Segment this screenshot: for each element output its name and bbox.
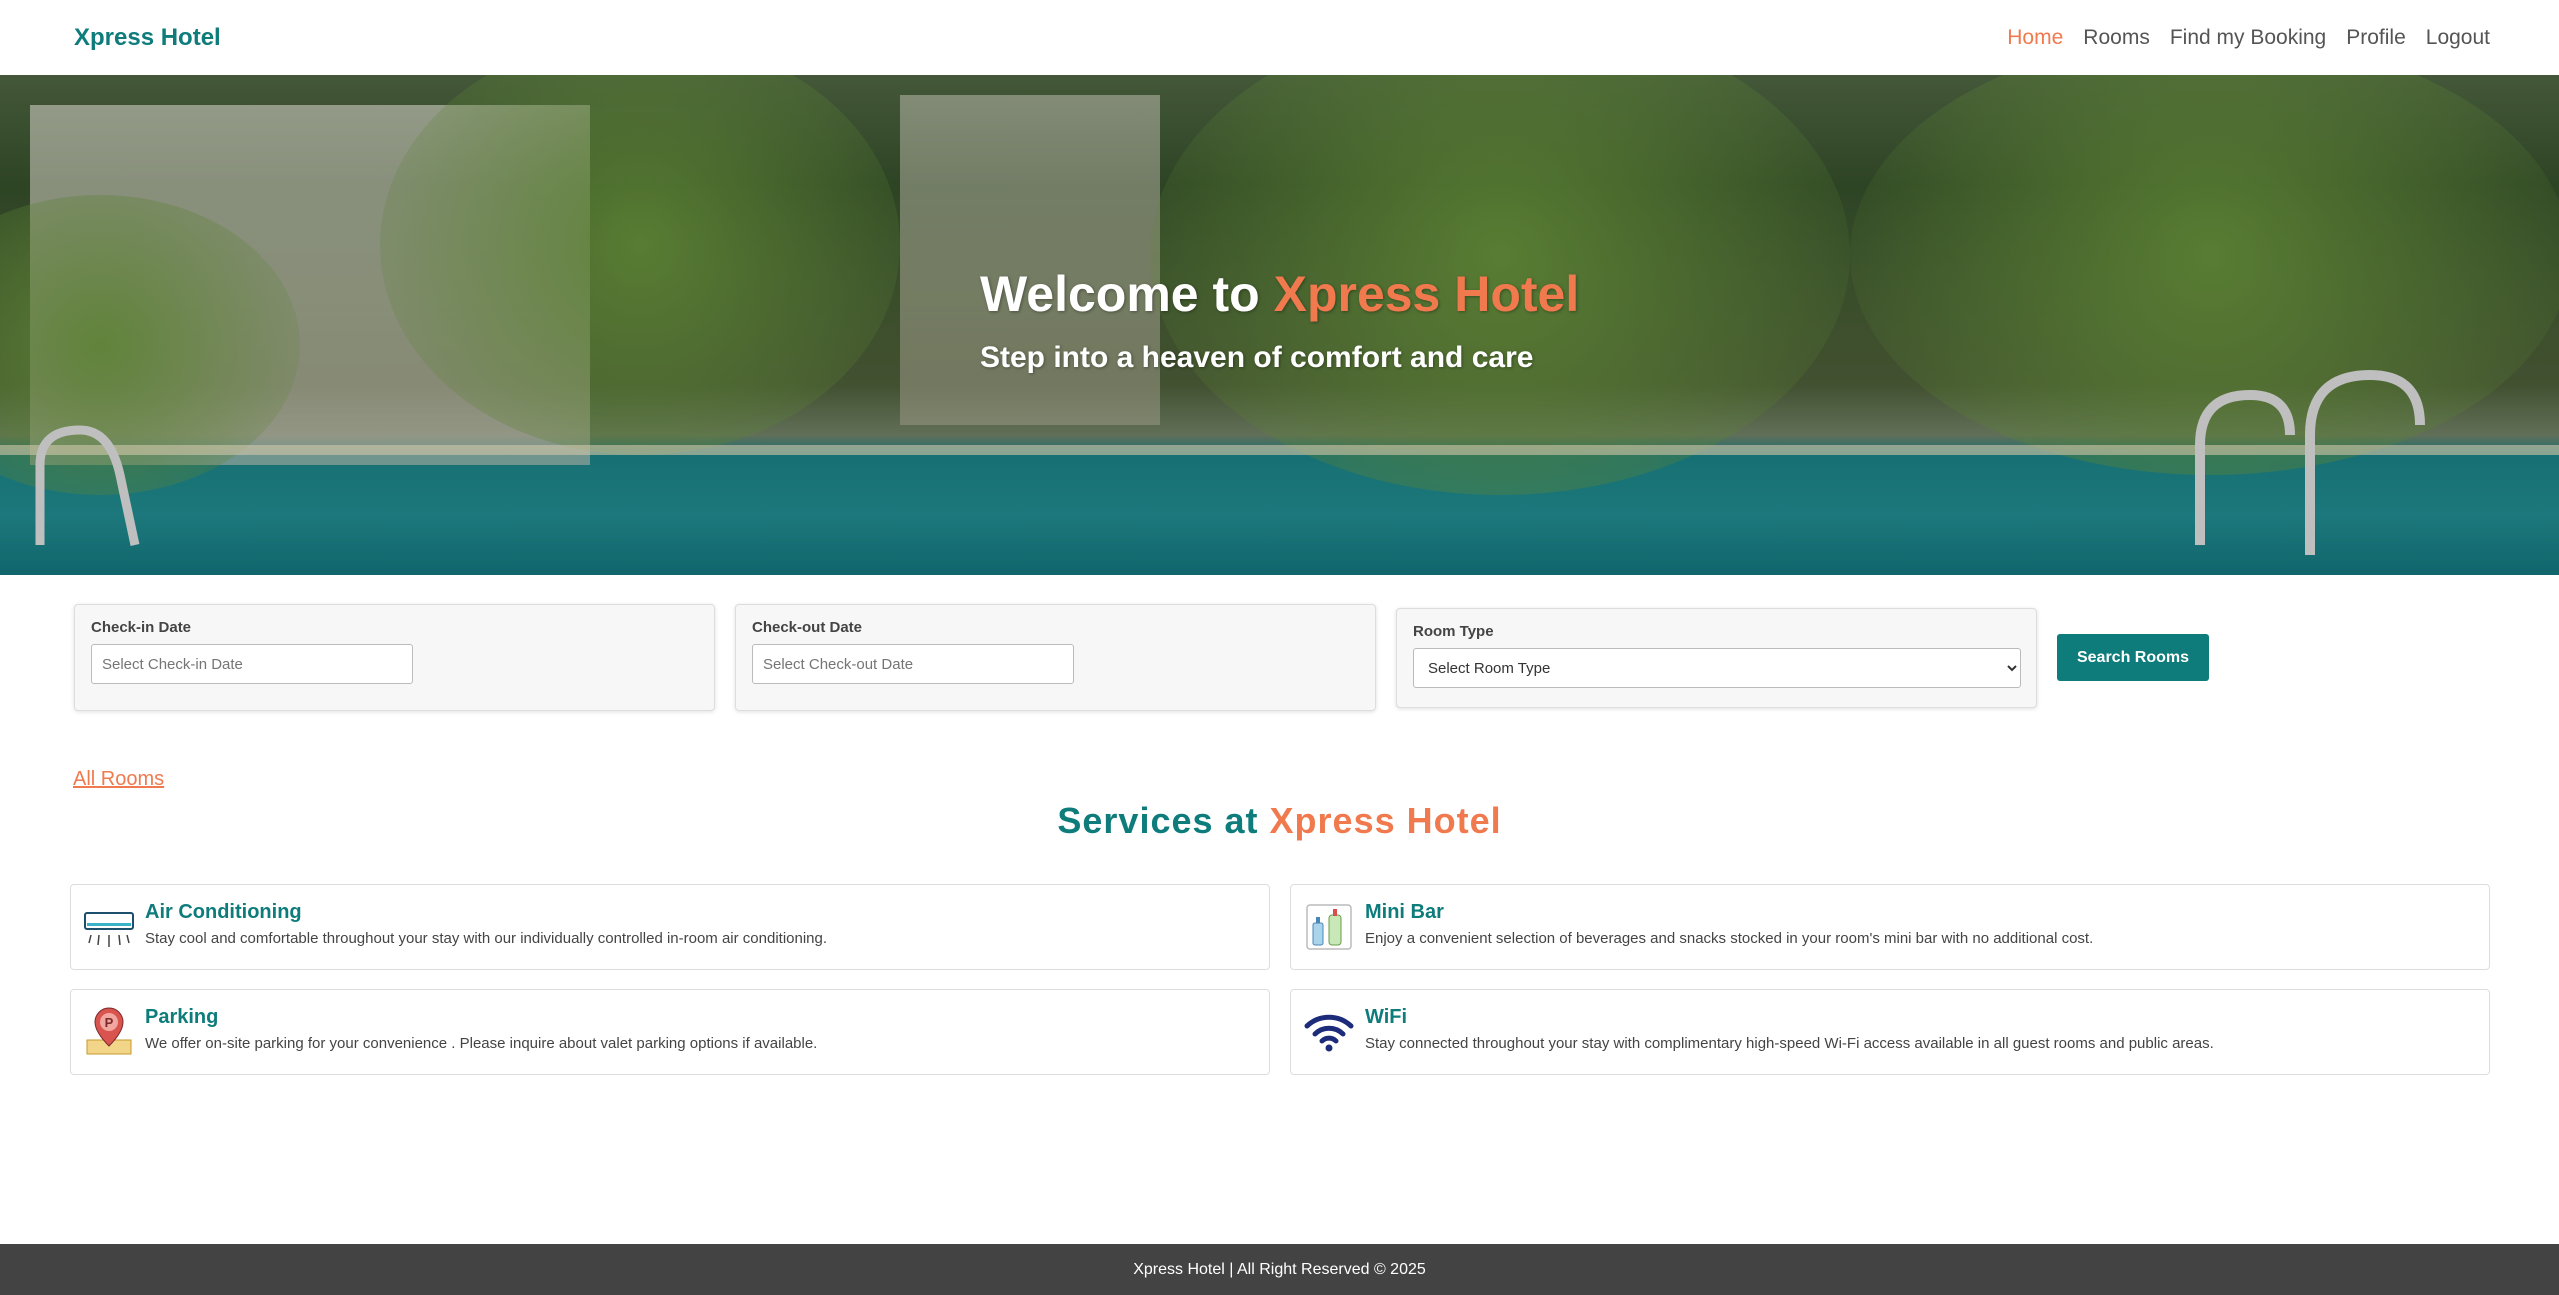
service-description: Enjoy a convenient selection of beverage… xyxy=(1365,930,2094,947)
service-card-mini-bar: Mini Bar Enjoy a convenient selection of… xyxy=(1290,884,2490,970)
checkin-card: Check-in Date xyxy=(74,604,715,711)
nav-rooms[interactable]: Rooms xyxy=(2083,26,2150,50)
hero-title: Welcome to Xpress Hotel xyxy=(980,265,1579,323)
service-card-parking: P Parking We offer on-site parking for y… xyxy=(70,989,1270,1075)
nav-logout[interactable]: Logout xyxy=(2426,26,2490,50)
services-title-prefix: Services at xyxy=(1057,800,1259,841)
service-description: Stay cool and comfortable throughout you… xyxy=(145,930,828,947)
service-name: Air Conditioning xyxy=(145,901,302,923)
navbar: Xpress Hotel Home Rooms Find my Booking … xyxy=(0,0,2559,75)
hero-banner: Welcome to Xpress Hotel Step into a heav… xyxy=(0,75,2559,575)
svg-text:P: P xyxy=(105,1015,114,1030)
roomtype-label: Room Type xyxy=(1413,623,1494,640)
pool-ladder-icon xyxy=(35,425,140,546)
checkout-label: Check-out Date xyxy=(752,619,863,636)
service-card-wifi: WiFi Stay connected throughout your stay… xyxy=(1290,989,2490,1075)
service-description: Stay connected throughout your stay with… xyxy=(1365,1035,2214,1052)
footer: Xpress Hotel | All Right Reserved © 2025 xyxy=(0,1244,2559,1295)
roomtype-select[interactable]: Select Room Type xyxy=(1413,648,2021,688)
checkout-card: Check-out Date xyxy=(735,604,1376,711)
checkout-input[interactable] xyxy=(752,644,1074,684)
pool-ladder-icon xyxy=(2195,369,2425,555)
wifi-icon xyxy=(1304,1014,1354,1052)
mini-bar-icon xyxy=(1306,904,1352,950)
nav-links: Home Rooms Find my Booking Profile Logou… xyxy=(2007,26,2490,50)
nav-profile[interactable]: Profile xyxy=(2346,26,2406,50)
nav-find-my-booking[interactable]: Find my Booking xyxy=(2170,26,2326,50)
nav-home[interactable]: Home xyxy=(2007,26,2063,50)
checkin-input[interactable] xyxy=(91,644,413,684)
service-name: Mini Bar xyxy=(1365,901,1444,923)
service-description: We offer on-site parking for your conven… xyxy=(145,1035,818,1052)
hero-text: Welcome to Xpress Hotel Step into a heav… xyxy=(980,265,1579,375)
services-title: Services at Xpress Hotel xyxy=(0,800,2559,842)
parking-icon: P xyxy=(86,1007,132,1055)
service-name: Parking xyxy=(145,1006,219,1028)
hero-title-prefix: Welcome to xyxy=(980,266,1260,322)
brand-logo[interactable]: Xpress Hotel xyxy=(74,24,221,52)
air-conditioner-icon xyxy=(84,912,134,947)
search-rooms-button[interactable]: Search Rooms xyxy=(2057,634,2209,681)
roomtype-card: Room Type Select Room Type xyxy=(1396,608,2037,708)
hero-title-accent: Xpress Hotel xyxy=(1273,266,1580,322)
service-name: WiFi xyxy=(1365,1006,1408,1028)
services-title-accent: Xpress Hotel xyxy=(1269,800,1502,841)
hero-pool-edge xyxy=(0,445,2559,455)
checkin-label: Check-in Date xyxy=(91,619,192,636)
hero-subtitle: Step into a heaven of comfort and care xyxy=(980,341,1534,374)
service-card-air-conditioning: Air Conditioning Stay cool and comfortab… xyxy=(70,884,1270,970)
all-rooms-link[interactable]: All Rooms xyxy=(73,768,164,791)
hero-building xyxy=(900,95,1160,425)
